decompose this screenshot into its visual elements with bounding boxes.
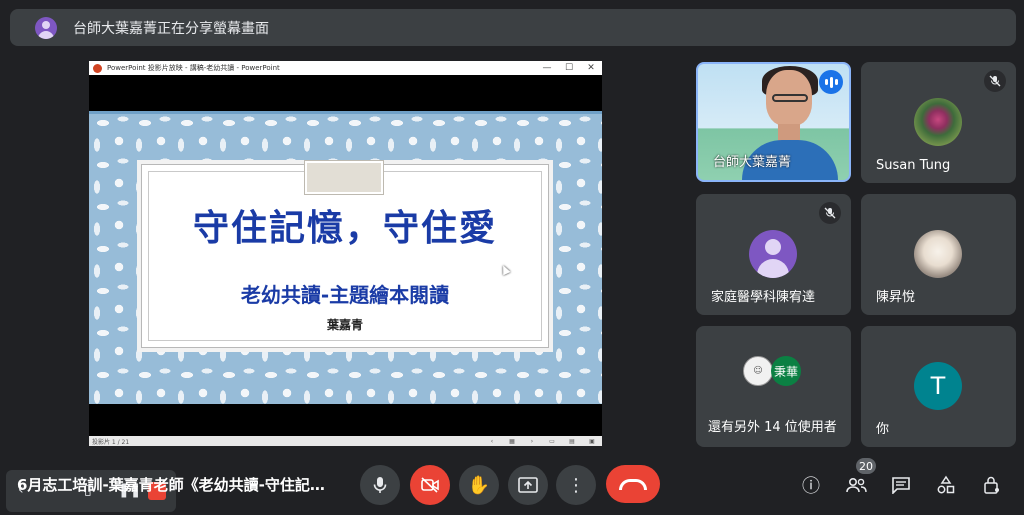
powerpoint-icon	[93, 63, 102, 73]
people-icon	[846, 477, 867, 493]
present-now-button[interactable]	[508, 465, 548, 505]
more-vert-icon: ⋮	[567, 474, 585, 496]
participant-tile-chen-youda[interactable]: 家庭醫學科陳宥達	[696, 194, 851, 315]
view-reading-icon: ▤	[569, 437, 575, 445]
minimize-icon: —	[542, 63, 552, 73]
slide-menu-icon: ▦	[509, 437, 515, 445]
presenting-banner: 台師大葉嘉菁正在分享螢幕畫面	[10, 9, 1016, 46]
slide-subtitle: 老幼共讀-主題繪本閱讀	[240, 283, 450, 307]
more-options-button[interactable]: ⋮	[556, 465, 596, 505]
host-controls-button[interactable]	[977, 470, 1007, 500]
next-slide-icon: ›	[530, 437, 534, 445]
slide-top-strip	[89, 111, 602, 114]
activities-icon	[937, 475, 955, 494]
mic-icon	[373, 477, 387, 493]
participant-name: 你	[876, 422, 890, 437]
info-icon: ⓘ	[802, 476, 820, 497]
speaking-indicator-icon	[819, 70, 843, 94]
view-slideshow-icon: ▣	[589, 437, 595, 445]
close-icon: ✕	[587, 63, 595, 73]
participant-name: 家庭醫學科陳宥達	[711, 290, 816, 305]
view-normal-icon: ▭	[549, 437, 555, 445]
slide-tape-decoration	[304, 160, 384, 195]
presenter-glasses	[772, 94, 808, 102]
maximize-icon: ☐	[564, 63, 574, 73]
camera-button[interactable]	[410, 465, 450, 505]
people-button[interactable]	[841, 470, 871, 500]
participant-tile-susan[interactable]: Susan Tung	[861, 62, 1016, 183]
microphone-button[interactable]	[360, 465, 400, 505]
lock-person-icon	[984, 476, 999, 494]
participant-tile-others[interactable]: ☺ 秉華 還有另外 14 位使用者	[696, 326, 851, 447]
ppt-status-bar: 投影片 1 / 21 ‹ ▦ › ▭ ▤ ▣	[89, 436, 602, 446]
ppt-window-titlebar: PowerPoint 投影片放映 - 講稿-老幼共讀 - PowerPoint …	[89, 61, 602, 75]
participant-avatar	[914, 98, 962, 146]
chat-icon	[892, 477, 910, 494]
presenting-banner-text: 台師大葉嘉菁正在分享螢幕畫面	[73, 20, 269, 37]
participants-count-badge: 20	[856, 458, 876, 474]
shared-screen: PowerPoint 投影片放映 - 講稿-老幼共讀 - PowerPoint …	[89, 61, 602, 446]
mic-off-icon	[984, 70, 1006, 92]
meeting-details-button[interactable]: ⓘ	[796, 470, 826, 500]
participant-tile-chen-shengyue[interactable]: 陳昇悅	[861, 194, 1016, 315]
mic-off-icon	[819, 202, 841, 224]
slide: 守住記憶，守住愛 老幼共讀-主題繪本閱讀 葉嘉青	[89, 111, 602, 404]
leave-call-button[interactable]	[606, 465, 660, 503]
participant-avatar	[914, 230, 962, 278]
present-screen-icon	[518, 477, 538, 493]
participant-avatar-initials: 秉華	[771, 356, 801, 386]
others-count-label: 還有另外 14 位使用者	[708, 420, 837, 435]
participant-name: 台師大葉嘉菁	[713, 155, 792, 170]
raise-hand-button[interactable]: ✋	[459, 465, 499, 505]
meeting-title: 6月志工培訓-葉嘉青老師《老幼共讀-守住記…	[17, 476, 325, 494]
others-avatars: ☺ 秉華	[743, 354, 807, 388]
participant-name: Susan Tung	[876, 158, 951, 173]
ppt-window-title: PowerPoint 投影片放映 - 講稿-老幼共讀 - PowerPoint	[107, 64, 280, 72]
participant-avatar: ☺	[743, 356, 773, 386]
slide-author: 葉嘉青	[326, 318, 363, 332]
participant-tile-presenter[interactable]: 台師大葉嘉菁	[696, 62, 851, 182]
participant-name: 陳昇悅	[876, 290, 916, 305]
self-avatar: T	[914, 362, 962, 410]
participant-avatar	[749, 230, 797, 278]
slide-counter: 投影片 1 / 21	[92, 438, 130, 446]
camera-off-icon	[421, 477, 439, 493]
hand-icon: ✋	[467, 474, 491, 496]
slide-title: 守住記憶，守住愛	[192, 208, 497, 249]
participant-tile-self[interactable]: T 你	[861, 326, 1016, 447]
prev-slide-icon: ‹	[490, 437, 494, 445]
activities-button[interactable]	[931, 470, 961, 500]
presenter-avatar-icon	[35, 16, 57, 39]
chat-button[interactable]	[886, 470, 916, 500]
